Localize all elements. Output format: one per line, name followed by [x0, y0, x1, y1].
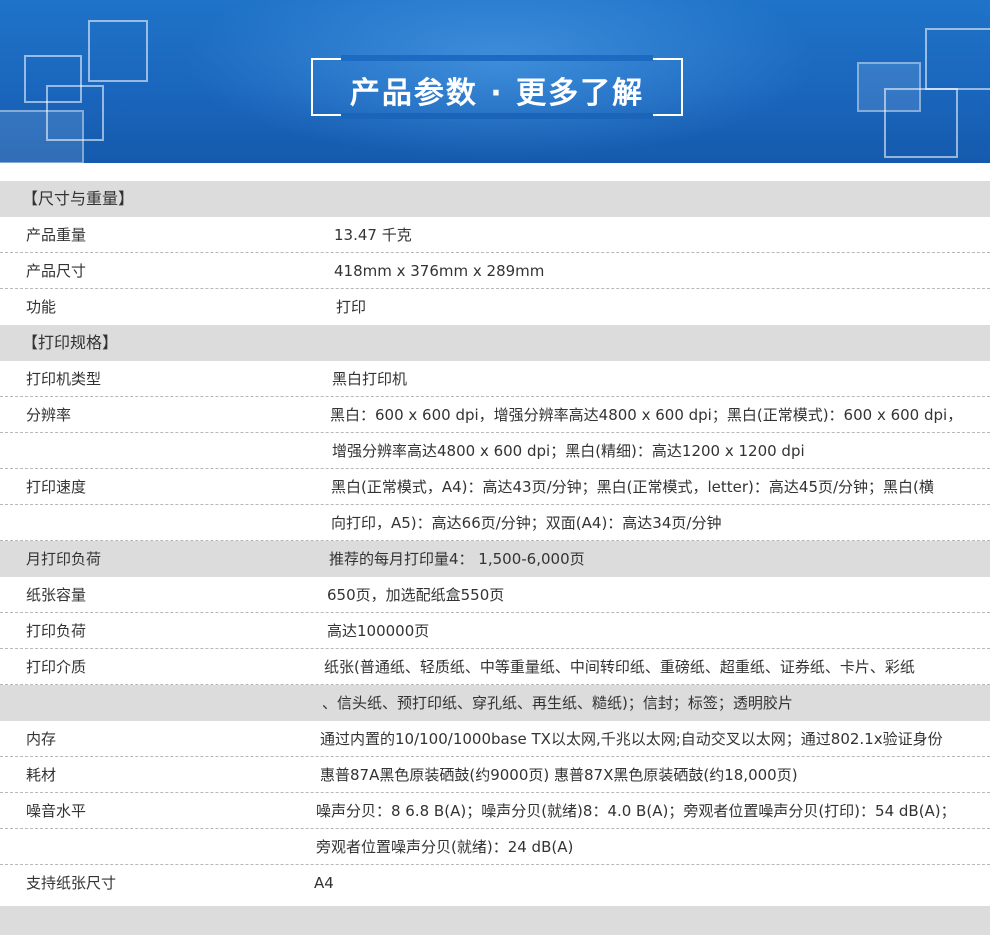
spec-value: 增强分辨率高达4800 x 600 dpi；黑白(精细)：高达1200 x 12… [332, 442, 805, 460]
spec-row: 产品尺寸 418mm x 376mm x 289mm [0, 253, 990, 289]
spec-label: 耗材 [26, 766, 57, 784]
spec-value: 黑白打印机 [332, 370, 408, 388]
spec-row: 功能 打印 [0, 289, 990, 325]
spec-value: 、信头纸、预打印纸、穿孔纸、再生纸、糙纸)；信封；标签；透明胶片 [322, 694, 793, 712]
banner-title-box: 产品参数 · 更多了解 [311, 55, 683, 119]
page-title: 产品参数 · 更多了解 [349, 76, 645, 111]
spec-row: 打印速度 黑白(正常模式，A4)：高达43页/分钟；黑白(正常模式，letter)… [0, 469, 990, 505]
spec-row: 打印介质 纸张(普通纸、轻质纸、中等重量纸、中间转印纸、重磅纸、超重纸、证券纸、卡… [0, 649, 990, 685]
spec-value: 向打印，A5)：高达66页/分钟；双面(A4)：高达34页/分钟 [331, 514, 722, 532]
decor-square [925, 28, 990, 90]
spec-value: 418mm x 376mm x 289mm [334, 262, 545, 280]
spec-value: 通过内置的10/100/1000base TX以太网,千兆以太网;自动交叉以太网… [320, 730, 943, 748]
spec-row: 、信头纸、预打印纸、穿孔纸、再生纸、糙纸)；信封；标签；透明胶片 [0, 685, 990, 721]
section-header: 【尺寸与重量】 [0, 181, 990, 217]
decor-square [88, 20, 148, 82]
spec-row: 噪音水平 噪声分贝：8 6.8 B(A)；噪声分贝(就绪)8：4.0 B(A)；旁… [0, 793, 990, 829]
spec-value: 旁观者位置噪声分贝(就绪)：24 dB(A) [316, 838, 574, 856]
section-title: 【打印规格】 [22, 333, 119, 352]
spec-row: 产品重量 13.47 千克 [0, 217, 990, 253]
spec-row: 打印负荷 高达100000页 [0, 613, 990, 649]
spec-label: 产品重量 [26, 226, 87, 244]
spec-row: 增强分辨率高达4800 x 600 dpi；黑白(精细)：高达1200 x 12… [0, 433, 990, 469]
spec-row: 耗材 惠普87A黑色原装硒鼓(约9000页) 惠普87X黑色原装硒鼓(约18,00… [0, 757, 990, 793]
spec-label: 分辨率 [26, 406, 72, 424]
spec-value: A4 [314, 874, 334, 892]
spec-label: 打印负荷 [26, 622, 87, 640]
spec-label: 噪音水平 [26, 802, 87, 820]
spec-value: 推荐的每月打印量4： 1,500-6,000页 [329, 550, 585, 568]
spec-label: 功能 [26, 298, 57, 316]
spec-value: 打印 [336, 298, 367, 316]
footer-bar [0, 906, 990, 935]
spec-value: 惠普87A黑色原装硒鼓(约9000页) 惠普87X黑色原装硒鼓(约18,000页… [320, 766, 798, 784]
spec-value: 纸张(普通纸、轻质纸、中等重量纸、中间转印纸、重磅纸、超重纸、证券纸、卡片、彩纸 [324, 658, 915, 676]
spec-value: 黑白(正常模式，A4)：高达43页/分钟；黑白(正常模式，letter)：高达4… [331, 478, 934, 496]
spec-value: 650页，加选配纸盒550页 [327, 586, 505, 604]
spec-row: 内存 通过内置的10/100/1000base TX以太网,千兆以太网;自动交叉以… [0, 721, 990, 757]
spec-label: 内存 [26, 730, 57, 748]
spec-row: 纸张容量 650页，加选配纸盒550页 [0, 577, 990, 613]
spec-row: 月打印负荷 推荐的每月打印量4： 1,500-6,000页 [0, 541, 990, 577]
spec-row: 旁观者位置噪声分贝(就绪)：24 dB(A) [0, 829, 990, 865]
decor-square [0, 110, 84, 163]
spec-label: 支持纸张尺寸 [26, 874, 117, 892]
title-frame-gap [341, 113, 653, 119]
spec-row: 向打印，A5)：高达66页/分钟；双面(A4)：高达34页/分钟 [0, 505, 990, 541]
spec-row: 分辨率 黑白：600 x 600 dpi，增强分辨率高达4800 x 600 dp… [0, 397, 990, 433]
decor-square [857, 62, 921, 112]
spec-value: 高达100000页 [327, 622, 430, 640]
spec-label: 纸张容量 [26, 586, 87, 604]
spec-label: 打印机类型 [26, 370, 102, 388]
spec-row: 支持纸张尺寸 A4 [0, 865, 990, 901]
spec-row: 打印机类型 黑白打印机 [0, 361, 990, 397]
spec-label: 月打印负荷 [26, 550, 102, 568]
spec-value: 黑白：600 x 600 dpi，增强分辨率高达4800 x 600 dpi；黑… [330, 406, 963, 424]
spec-label: 打印介质 [26, 658, 87, 676]
spec-value: 13.47 千克 [334, 226, 412, 244]
spec-label: 打印速度 [26, 478, 87, 496]
spec-value: 噪声分贝：8 6.8 B(A)；噪声分贝(就绪)8：4.0 B(A)；旁观者位置… [316, 802, 956, 820]
header-banner: 产品参数 · 更多了解 [0, 0, 990, 163]
section-title: 【尺寸与重量】 [22, 189, 135, 208]
spec-label: 产品尺寸 [26, 262, 87, 280]
section-header: 【打印规格】 [0, 325, 990, 361]
title-frame-gap [341, 55, 653, 61]
